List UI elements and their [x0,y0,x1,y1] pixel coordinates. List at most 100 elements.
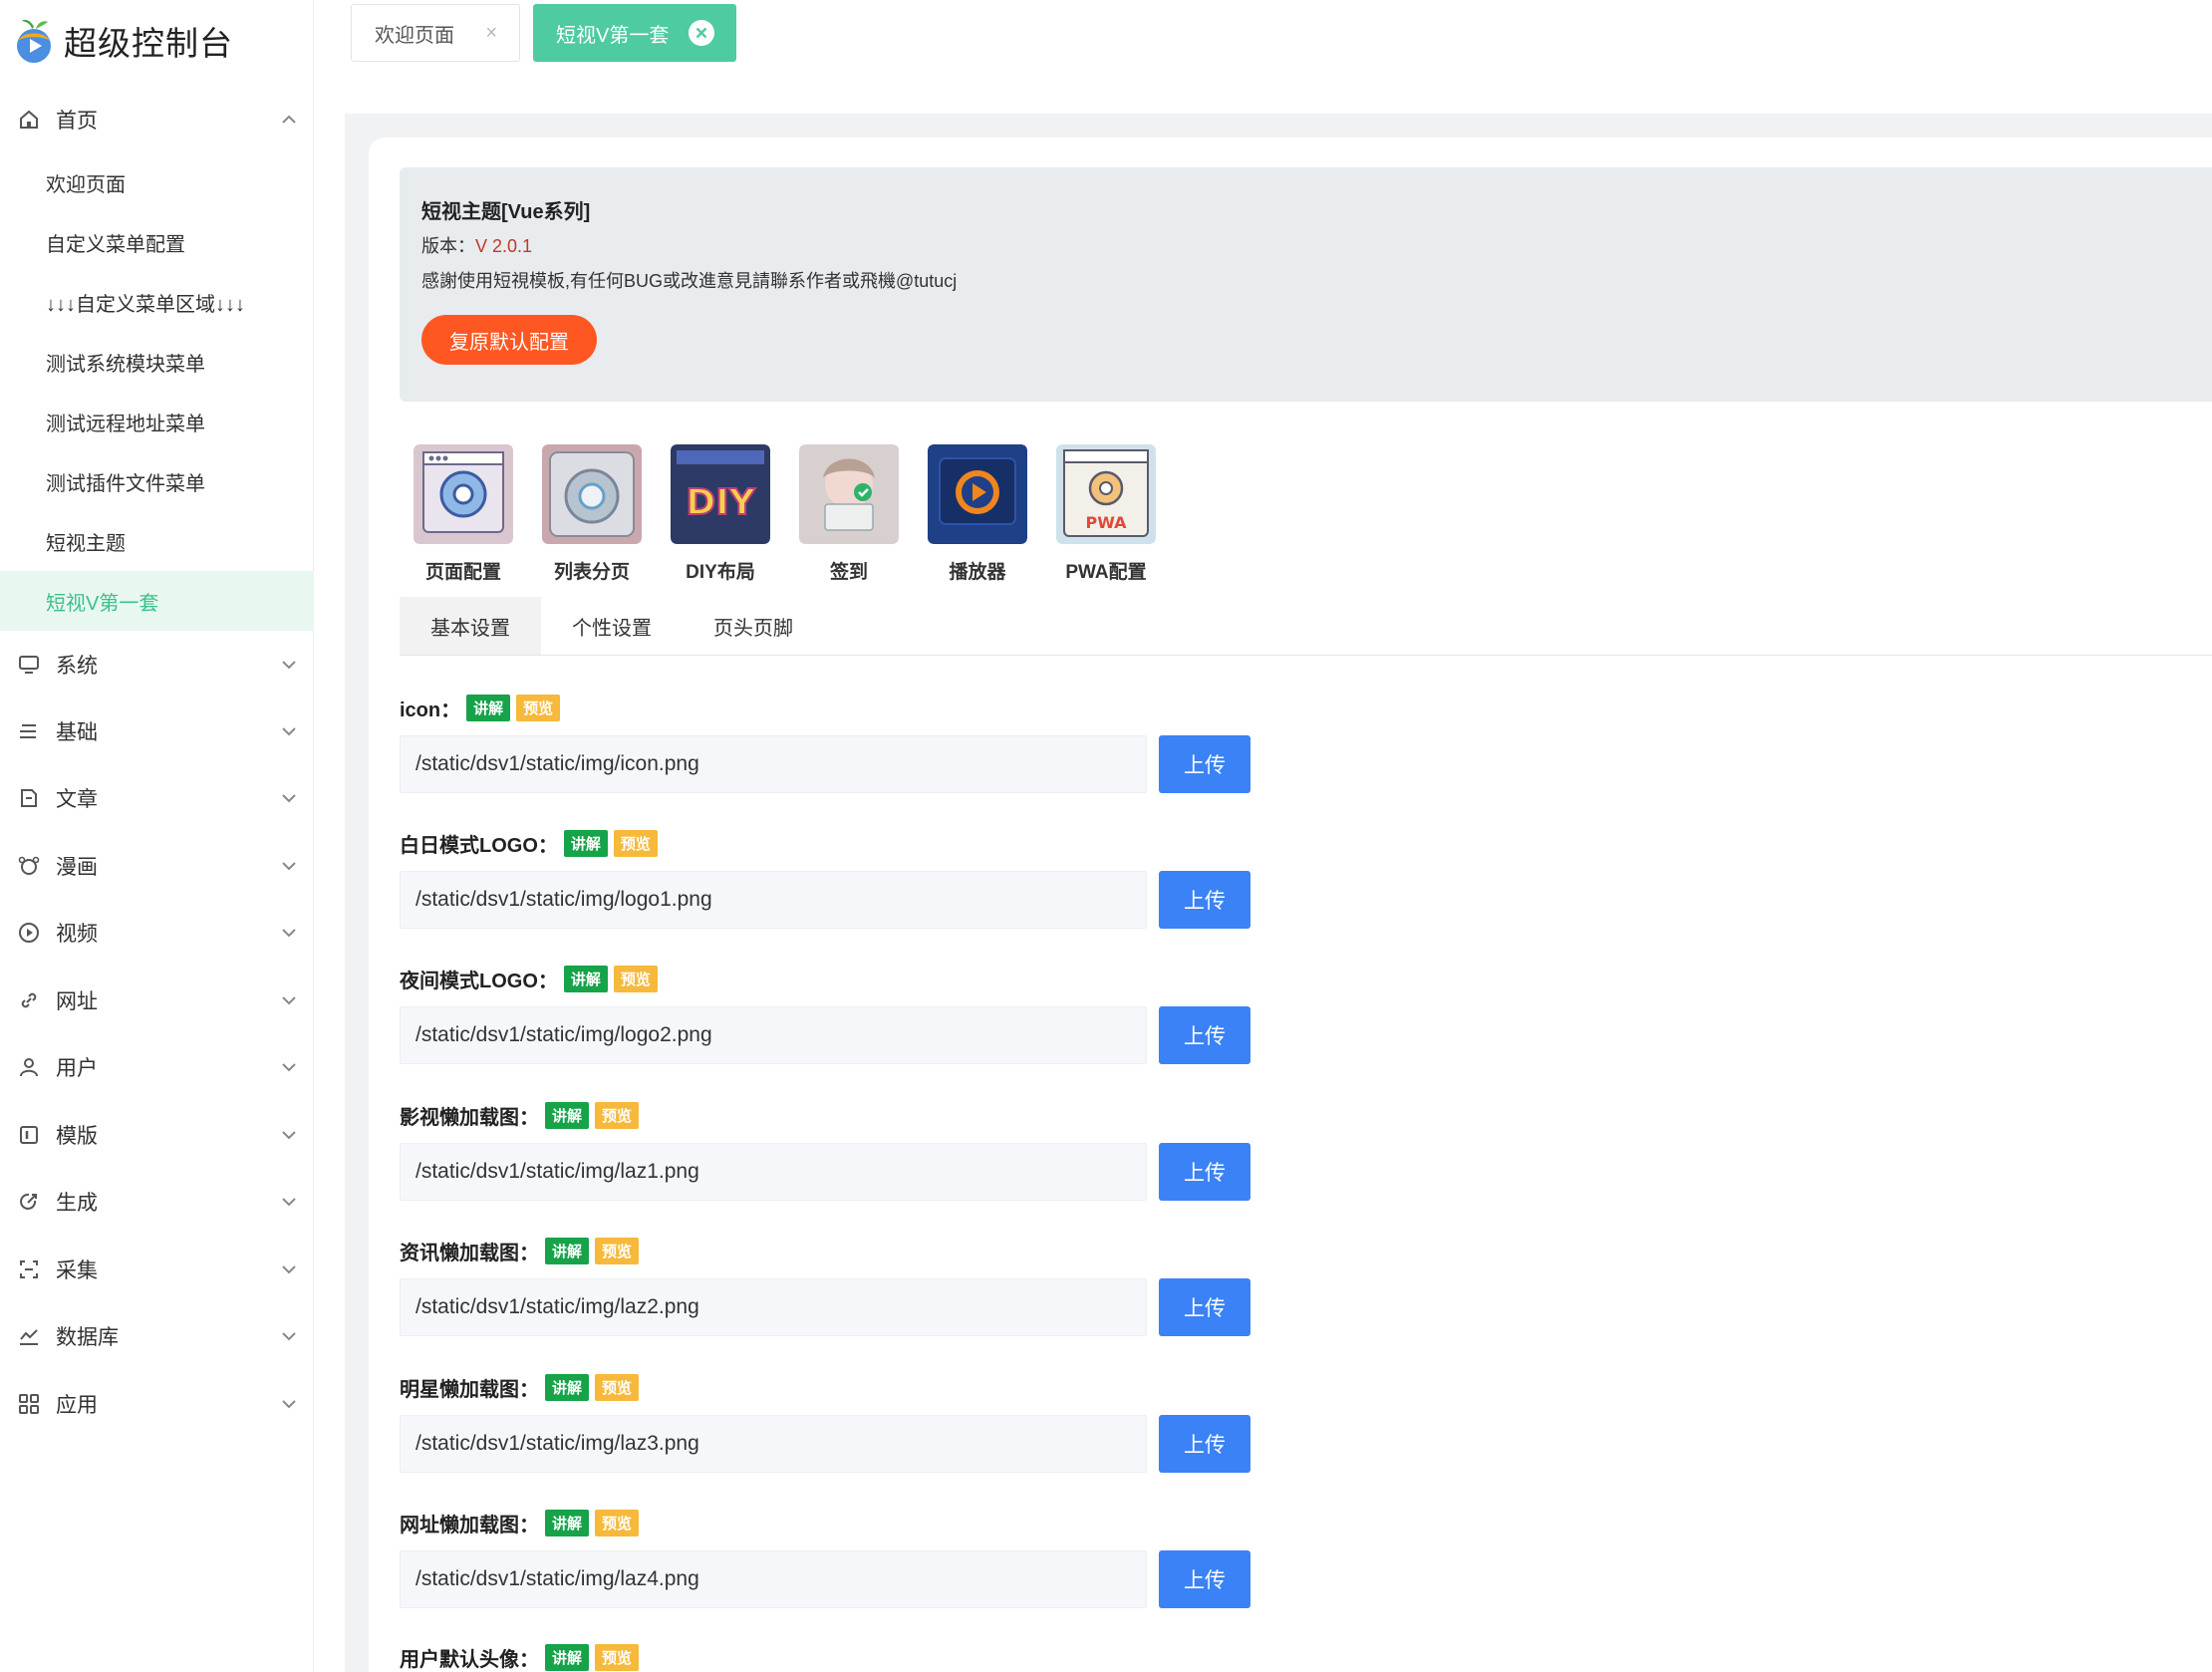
label-text: icon： [400,698,461,721]
sidebar-item-label: 漫画 [56,856,98,879]
preview-badge[interactable]: 预览 [516,694,561,721]
tool-label: 播放器 [949,562,1006,583]
upload-button[interactable]: 上传 [1159,735,1250,793]
url-lazy-path-input[interactable] [400,1550,1147,1608]
sidebar-subitem-custom-menu[interactable]: 自定义菜单配置 [0,212,314,272]
tab-theme-v1[interactable]: 短视V第一套 [533,4,736,62]
subtab-header-footer[interactable]: 页头页脚 [683,597,824,655]
day-logo-path-input[interactable] [400,871,1147,929]
sidebar-item-apps[interactable]: 应用 [0,1374,314,1434]
upload-button[interactable]: 上传 [1159,1278,1250,1336]
notice-title: 短视主题[Vue系列] [421,201,591,223]
chevron-down-icon [282,996,296,1005]
explain-badge[interactable]: 讲解 [545,1101,590,1129]
subtab-basic[interactable]: 基本设置 [400,597,541,655]
app-logo[interactable]: 超级控制台 [10,14,233,68]
sidebar-item-label: 应用 [56,1394,98,1417]
upload-button[interactable]: 上传 [1159,1006,1250,1064]
explain-badge[interactable]: 讲解 [563,829,608,857]
subtab-divider [400,655,2212,656]
sidebar-item-label: 数据库 [56,1326,119,1349]
tool-label: DIY布局 [686,562,755,583]
sidebar-subitem-custom-area[interactable]: ↓↓↓自定义菜单区域↓↓↓ [0,272,314,332]
upload-button[interactable]: 上传 [1159,1143,1250,1201]
icon-path-input[interactable] [400,735,1147,793]
sidebar-subitem-theme-v1[interactable]: 短视V第一套 [0,571,314,631]
tool-sign-in[interactable]: 签到 [797,444,901,584]
chevron-down-icon [282,1131,296,1140]
chevron-down-icon [282,661,296,670]
sidebar-item-home[interactable]: 首页 [0,90,314,149]
sidebar-subitem-theme[interactable]: 短视主题 [0,511,314,571]
news-lazy-path-input[interactable] [400,1278,1147,1336]
tool-diy-layout[interactable]: DIY DIY布局 [669,444,772,584]
tool-pwa-config[interactable]: PWA PWA配置 [1054,444,1158,584]
field-label-day-logo: 白日模式LOGO： 讲解 预览 [400,828,658,858]
sidebar-item-video[interactable]: 视频 [0,903,314,963]
chevron-down-icon [282,1400,296,1409]
sign-in-icon [799,444,899,544]
sidebar-item-label: 用户 [56,1057,98,1080]
preview-badge[interactable]: 预览 [595,1237,640,1264]
document-icon [16,785,42,811]
preview-badge[interactable]: 预览 [613,829,658,857]
reset-default-button[interactable]: 复原默认配置 [421,315,597,365]
preview-badge[interactable]: 预览 [595,1101,640,1129]
night-logo-path-input[interactable] [400,1006,1147,1064]
sidebar-item-database[interactable]: 数据库 [0,1306,314,1366]
upload-button[interactable]: 上传 [1159,1550,1250,1608]
tool-label: PWA配置 [1065,562,1147,583]
sidebar-item-generate[interactable]: 生成 [0,1172,314,1232]
sidebar-subitem-welcome[interactable]: 欢迎页面 [0,152,314,212]
explain-badge[interactable]: 讲解 [545,1237,590,1264]
explain-badge[interactable]: 讲解 [545,1643,590,1671]
explain-badge[interactable]: 讲解 [545,1373,590,1401]
tab-welcome[interactable]: 欢迎页面 × [351,4,520,62]
star-lazy-path-input[interactable] [400,1415,1147,1473]
generate-icon [16,1189,42,1215]
play-circle-icon [16,920,42,946]
sidebar-subitem-test-remote[interactable]: 测试远程地址菜单 [0,392,314,451]
label-text: 用户默认头像： [400,1648,539,1671]
tool-list-page[interactable]: 列表分页 [540,444,644,584]
label-text: 夜间模式LOGO： [400,970,558,992]
upload-button[interactable]: 上传 [1159,1415,1250,1473]
scan-icon [16,1256,42,1282]
explain-badge[interactable]: 讲解 [466,694,511,721]
version-value: V 2.0.1 [475,236,533,256]
tool-page-config[interactable]: 页面配置 [412,444,515,584]
user-icon [16,1054,42,1080]
upload-button[interactable]: 上传 [1159,871,1250,929]
sidebar-item-comic[interactable]: 漫画 [0,836,314,896]
sidebar-item-basic[interactable]: 基础 [0,701,314,761]
tool-player[interactable]: 播放器 [926,444,1029,584]
close-circle-icon[interactable] [689,20,714,46]
list-page-icon [542,444,642,544]
close-icon[interactable]: × [485,22,497,45]
sidebar-subitem-test-system[interactable]: 测试系统模块菜单 [0,332,314,392]
apps-grid-icon [16,1391,42,1417]
chevron-down-icon [282,929,296,938]
preview-badge[interactable]: 预览 [595,1509,640,1536]
field-label-star-lazy: 明星懒加载图： 讲解 预览 [400,1372,640,1402]
player-icon [928,444,1027,544]
chevron-down-icon [282,1265,296,1274]
preview-badge[interactable]: 预览 [595,1643,640,1671]
sidebar-item-collect[interactable]: 采集 [0,1240,314,1299]
sidebar-item-system[interactable]: 系统 [0,635,314,695]
video-lazy-path-input[interactable] [400,1143,1147,1201]
chevron-down-icon [282,1332,296,1341]
sidebar-item-article[interactable]: 文章 [0,768,314,828]
tool-label: 签到 [829,562,868,583]
sidebar-item-url[interactable]: 网址 [0,971,314,1030]
sidebar-item-user[interactable]: 用户 [0,1037,314,1097]
preview-badge[interactable]: 预览 [613,965,658,992]
pwa-config-icon: PWA [1056,444,1156,544]
explain-badge[interactable]: 讲解 [545,1509,590,1536]
preview-badge[interactable]: 预览 [595,1373,640,1401]
sidebar-subitem-test-plugin[interactable]: 测试插件文件菜单 [0,451,314,511]
page-config-icon [414,444,513,544]
subtab-personal[interactable]: 个性设置 [541,597,683,655]
sidebar-item-template[interactable]: 模版 [0,1105,314,1165]
explain-badge[interactable]: 讲解 [563,965,608,992]
